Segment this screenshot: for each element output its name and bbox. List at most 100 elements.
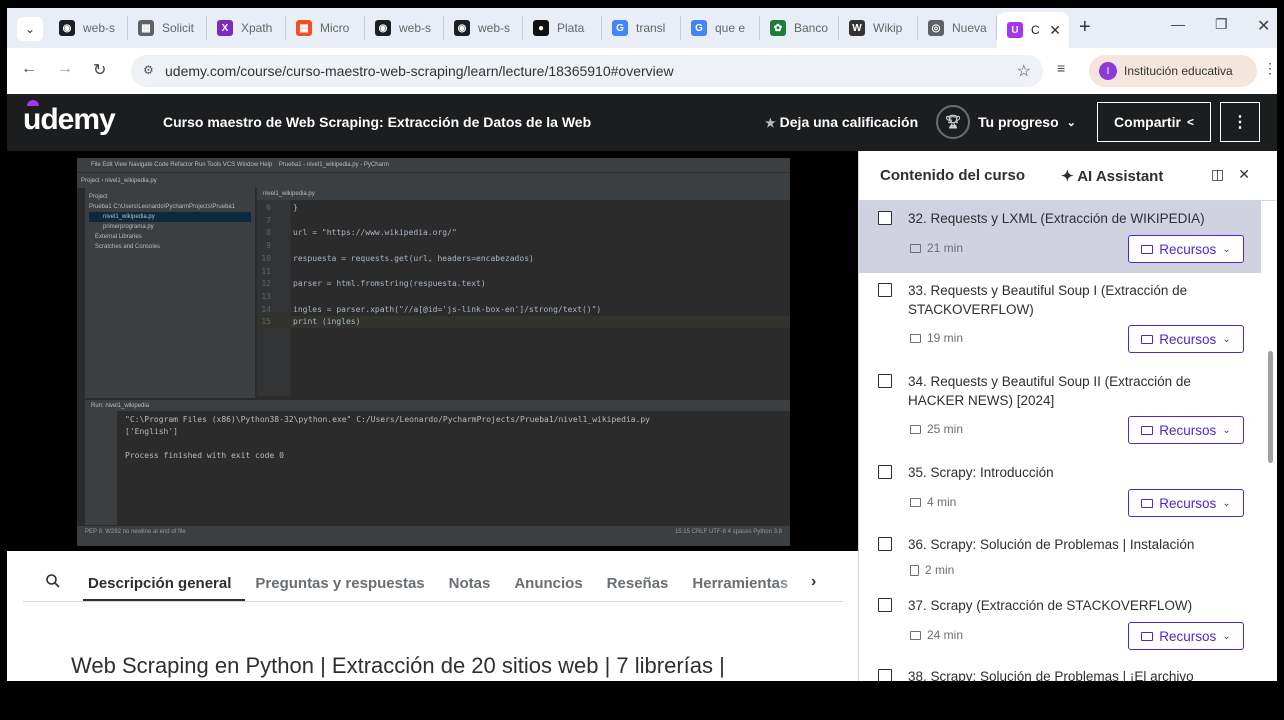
site-info-icon[interactable]: ⚙	[143, 63, 154, 77]
tab-search-button[interactable]: ⌄	[17, 17, 43, 41]
browser-tab[interactable]: W Wikip	[839, 16, 918, 40]
tab-label: Banco	[794, 21, 829, 35]
resources-button[interactable]: Recursos ⌄	[1128, 489, 1244, 517]
code-line: 13	[261, 291, 271, 301]
lesson-item[interactable]: 35. Scrapy: Introducción 4 min Recursos ⌄	[859, 455, 1261, 527]
lesson-title[interactable]: 38. Scrapy: Solución de Problemas | ¡El …	[908, 667, 1208, 681]
bookmark-star-icon[interactable]: ☆	[1017, 61, 1031, 81]
lesson-title[interactable]: 35. Scrapy: Introducción	[908, 463, 1208, 482]
search-icon[interactable]	[45, 573, 61, 594]
close-tab-icon[interactable]: ✕	[1049, 22, 1061, 39]
restore-icon[interactable]: ❐	[1215, 16, 1228, 33]
folder-icon	[1141, 334, 1154, 344]
lesson-item[interactable]: 36. Scrapy: Solución de Problemas | Inst…	[859, 527, 1261, 588]
lesson-duration: 21 min	[910, 241, 963, 255]
tab-label: web-s	[399, 21, 432, 35]
browser-tab[interactable]: X Xpath	[207, 16, 286, 40]
content-tab[interactable]: Reseñas	[607, 575, 669, 592]
project-root: Prueba1 C:\Users\Leonardo\PycharmProject…	[89, 204, 236, 210]
wikipedia-icon: W	[849, 20, 865, 36]
resources-button[interactable]: Recursos ⌄	[1128, 622, 1244, 650]
lesson-checkbox[interactable]	[878, 537, 892, 551]
tab-label: web-s	[83, 21, 116, 35]
project-header: Project	[89, 194, 108, 200]
browser-tab[interactable]: ◉ web-s	[365, 16, 444, 40]
browser-tab[interactable]: ● Plata	[523, 16, 602, 40]
chevron-down-icon: ⌄	[1222, 333, 1231, 345]
resources-button[interactable]: Recursos ⌄	[1128, 325, 1244, 353]
browser-tab[interactable]: ▦ Solicit	[128, 16, 207, 40]
star-icon: ★	[765, 116, 776, 130]
pycharm-screenshot: File Edit View Navigate Code Refactor Ru…	[77, 158, 790, 546]
code-line: 8 url = "https://www.wikipedia.org/"	[266, 228, 457, 238]
more-options-button[interactable]: ⋮	[1220, 102, 1260, 142]
content-tab[interactable]: Herramientas	[692, 575, 788, 592]
browser-tab[interactable]: ◎ Nueva	[918, 16, 997, 40]
browser-tab[interactable]: ◉ web-s	[49, 16, 128, 40]
lesson-item[interactable]: 34. Requests y Beautiful Soup II (Extrac…	[859, 364, 1261, 455]
resources-button[interactable]: Recursos ⌄	[1128, 235, 1244, 263]
course-title[interactable]: Curso maestro de Web Scraping: Extracció…	[163, 114, 591, 130]
lesson-title[interactable]: 36. Scrapy: Solución de Problemas | Inst…	[908, 535, 1208, 554]
profile-button[interactable]: I Institución educativa	[1089, 55, 1257, 87]
close-sidebar-icon[interactable]: ✕	[1238, 166, 1264, 182]
github-icon: ◉	[454, 20, 470, 36]
lesson-title[interactable]: 33. Requests y Beautiful Soup I (Extracc…	[908, 281, 1208, 319]
github-icon: ◉	[59, 20, 75, 36]
tab-label: Plata	[557, 21, 585, 35]
lesson-title[interactable]: 34. Requests y Beautiful Soup II (Extrac…	[908, 372, 1208, 410]
run-tab: Run: nivel1_wikipedia	[85, 401, 790, 411]
expand-panel-icon[interactable]: ◫	[1211, 166, 1238, 182]
resources-button[interactable]: Recursos ⌄	[1128, 416, 1244, 444]
lesson-checkbox[interactable]	[878, 669, 892, 681]
video-player[interactable]: File Edit View Navigate Code Refactor Ru…	[7, 151, 858, 551]
back-icon[interactable]: ←	[21, 60, 37, 78]
new-tab-button[interactable]: +	[1079, 16, 1091, 39]
content-tab[interactable]: Preguntas y respuestas	[255, 575, 424, 592]
xpath-icon: X	[217, 20, 233, 36]
lesson-checkbox[interactable]	[878, 211, 892, 225]
course-header: udemy Curso maestro de Web Scraping: Ext…	[7, 94, 1277, 151]
browser-tab[interactable]: ✿ Banco	[760, 16, 839, 40]
lesson-checkbox[interactable]	[878, 283, 892, 297]
url-text[interactable]: udemy.com/course/curso-maestro-web-scrap…	[165, 63, 674, 79]
tab-strip: ⌄ ◉ web-s ▦ Solicit X Xpath ▦ Micro ◉ web-s ◉ web-s…	[7, 8, 1277, 48]
lesson-item[interactable]: 37. Scrapy (Extracción de STACKOVERFLOW)…	[859, 588, 1261, 659]
forward-icon[interactable]: →	[57, 60, 73, 78]
lesson-duration: 4 min	[910, 495, 956, 509]
lesson-title[interactable]: 32. Requests y LXML (Extracción de WIKIP…	[908, 209, 1208, 228]
content-tab[interactable]: Descripción general	[88, 575, 231, 592]
udemy-logo[interactable]: udemy	[23, 100, 116, 137]
minimize-icon[interactable]: —	[1171, 16, 1185, 32]
lesson-title[interactable]: 37. Scrapy (Extracción de STACKOVERFLOW)	[908, 596, 1208, 615]
browser-tab[interactable]: Gque e	[681, 16, 760, 40]
chevron-right-icon[interactable]: ›	[811, 573, 816, 591]
address-bar[interactable]: ⚙ udemy.com/course/curso-maestro-web-scr…	[131, 55, 1043, 87]
lesson-item[interactable]: 38. Scrapy: Solución de Problemas | ¡El …	[859, 659, 1261, 681]
lesson-checkbox[interactable]	[878, 374, 892, 388]
sidebar-scrollbar[interactable]	[1268, 351, 1273, 463]
ide-toolbar: Project › nivel1_wikipedia.py	[77, 172, 790, 188]
content-tab[interactable]: Anuncios	[514, 575, 582, 592]
lesson-checkbox[interactable]	[878, 598, 892, 612]
ai-assistant-tab[interactable]: ✦ AI Assistant	[1061, 167, 1163, 185]
rate-course-link[interactable]: ★ Deja una calificación	[765, 114, 918, 130]
lesson-item[interactable]: 33. Requests y Beautiful Soup I (Extracc…	[859, 273, 1261, 364]
share-button[interactable]: Compartir <	[1097, 102, 1211, 142]
reload-icon[interactable]: ↻	[93, 60, 106, 80]
lesson-checkbox[interactable]	[878, 465, 892, 479]
share-icon: <	[1186, 115, 1194, 129]
ide-editor: nivel1_wikipedia.py 6} 7 8 url = "https://w…	[257, 188, 790, 396]
folder-icon	[1141, 498, 1154, 508]
reading-list-icon[interactable]: ≡	[1057, 60, 1065, 76]
browser-tab[interactable]: ▦ Micro	[286, 16, 365, 40]
progress-dropdown[interactable]: 🏆︎ Tu progreso ⌄	[936, 105, 1076, 139]
browser-tab[interactable]: U C ✕	[997, 12, 1069, 48]
lesson-item[interactable]: 32. Requests y LXML (Extracción de WIKIP…	[859, 201, 1261, 273]
browser-tab[interactable]: Gtransl	[602, 16, 681, 40]
tab-label: Solicit	[162, 21, 195, 35]
browser-menu-icon[interactable]: ⋮	[1263, 60, 1277, 77]
browser-tab[interactable]: ◉ web-s	[444, 16, 523, 40]
content-tab[interactable]: Notas	[449, 575, 491, 592]
close-window-icon[interactable]: ✕	[1257, 16, 1270, 36]
